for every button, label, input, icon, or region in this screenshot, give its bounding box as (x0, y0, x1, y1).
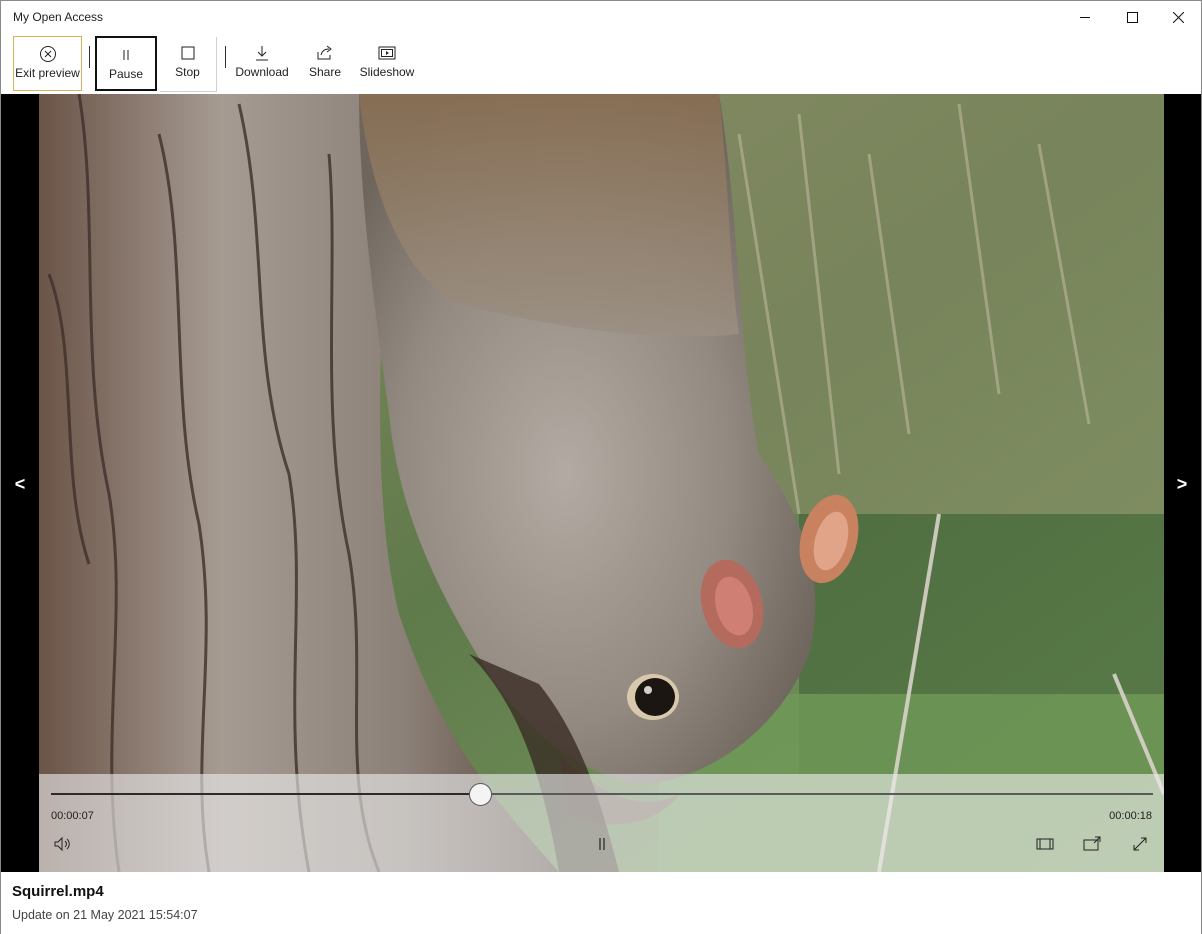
close-button[interactable] (1155, 1, 1201, 33)
file-name: Squirrel.mp4 (12, 883, 104, 900)
fullscreen-button[interactable] (1128, 832, 1152, 856)
pause-label: Pause (108, 67, 144, 81)
player-controls: 00:00:07 00:00:18 (39, 774, 1164, 872)
fit-screen-icon (1036, 838, 1054, 850)
stop-icon (181, 44, 195, 62)
minimize-icon (1080, 17, 1090, 18)
download-label: Download (235, 65, 289, 79)
exit-preview-button[interactable]: Exit preview (13, 36, 82, 91)
slideshow-icon (378, 44, 396, 62)
video-frame[interactable] (39, 94, 1164, 872)
slideshow-button[interactable]: Slideshow (357, 36, 417, 91)
app-window: My Open Access Exit preview Pause Stop D… (0, 0, 1202, 934)
toolbar-separator (225, 46, 226, 68)
previous-button[interactable]: < (10, 472, 30, 496)
stop-button[interactable]: Stop (159, 36, 216, 91)
pause-button[interactable]: Pause (95, 36, 157, 91)
cast-button[interactable] (1080, 832, 1104, 856)
toolbar-separator (89, 46, 90, 68)
exit-preview-label: Exit preview (15, 66, 80, 80)
pause-icon (599, 838, 605, 850)
download-button[interactable]: Download (232, 36, 292, 91)
maximize-button[interactable] (1109, 1, 1155, 33)
close-icon (1172, 11, 1184, 23)
window-title: My Open Access (13, 10, 104, 24)
squirrel-video-image (39, 94, 1164, 872)
pause-icon (120, 46, 132, 64)
share-icon (316, 44, 334, 62)
stop-label: Stop (175, 65, 200, 79)
close-circle-icon (39, 45, 57, 63)
aspect-ratio-button[interactable] (1033, 832, 1057, 856)
share-label: Share (308, 65, 342, 79)
next-button[interactable]: > (1172, 472, 1192, 496)
fullscreen-icon (1133, 837, 1147, 851)
media-viewer: < > 00:00:07 00:00:18 (1, 94, 1201, 872)
maximize-icon (1126, 11, 1138, 23)
file-info: Squirrel.mp4 Update on 21 May 2021 15:54… (1, 872, 1201, 934)
slideshow-label: Slideshow (359, 65, 415, 79)
cast-icon (1083, 836, 1101, 851)
current-time: 00:00:07 (51, 810, 94, 822)
volume-icon (54, 836, 70, 852)
seek-bar[interactable] (51, 793, 1153, 795)
total-time: 00:00:18 (1109, 810, 1152, 822)
minimize-button[interactable] (1062, 1, 1108, 33)
seek-thumb[interactable] (469, 783, 493, 806)
title-bar: My Open Access (1, 1, 1201, 33)
download-icon (255, 44, 269, 62)
play-pause-button[interactable] (590, 832, 614, 856)
seek-bar-progress (51, 793, 481, 795)
toolbar: Exit preview Pause Stop Download Share S… (1, 33, 1201, 93)
share-button[interactable]: Share (305, 36, 345, 91)
volume-button[interactable] (51, 832, 75, 856)
file-updated-date: Update on 21 May 2021 15:54:07 (12, 908, 198, 922)
